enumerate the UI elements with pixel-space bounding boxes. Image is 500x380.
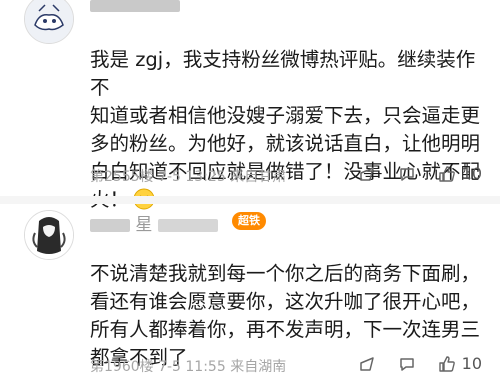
divider bbox=[0, 196, 500, 204]
comment-actions: 10 bbox=[358, 164, 482, 183]
username[interactable] bbox=[90, 0, 210, 16]
username-redacted bbox=[157, 218, 218, 232]
avatar-image bbox=[25, 211, 73, 259]
share-icon[interactable] bbox=[358, 355, 376, 373]
like-count: 10 bbox=[461, 164, 482, 183]
fan-badge: 超铁 bbox=[232, 212, 266, 230]
comment-body: 不说清楚我就到每一个你之后的商务下面刷， 看还有谁会愿意要你，这次升咖了很开心吧… bbox=[90, 262, 481, 369]
comment-actions: 10 bbox=[358, 354, 482, 373]
avatar-image bbox=[25, 0, 73, 43]
comment-item: 星 超铁 不说清楚我就到每一个你之后的商务下面刷， 看还有谁会愿意要你，这次升咖… bbox=[0, 204, 500, 380]
like-button[interactable]: 10 bbox=[438, 164, 482, 183]
reply-icon[interactable] bbox=[398, 355, 416, 373]
username-redacted bbox=[90, 0, 180, 12]
comment-meta: 第1960楼 7-5 11:55 来自湖南 bbox=[90, 359, 287, 375]
like-button[interactable]: 10 bbox=[438, 354, 482, 373]
comment-body: 我是 zgj，我支持粉丝微博热评贴。继续装作不 知道或者相信他没嫂子溺爱下去，只… bbox=[90, 48, 481, 211]
reply-icon[interactable] bbox=[398, 165, 416, 183]
avatar[interactable] bbox=[24, 210, 74, 260]
avatar[interactable] bbox=[24, 0, 74, 44]
comment-text: 不说清楚我就到每一个你之后的商务下面刷， 看还有谁会愿意要你，这次升咖了很开心吧… bbox=[90, 232, 480, 372]
like-icon bbox=[438, 355, 455, 372]
comment-meta: 第2555楼 7-5 13:25 来自甘肃 bbox=[90, 169, 287, 185]
username-redacted bbox=[90, 218, 130, 232]
share-icon[interactable] bbox=[358, 165, 376, 183]
like-count: 10 bbox=[461, 354, 482, 373]
like-icon bbox=[438, 165, 455, 182]
comment-item: 我是 zgj，我支持粉丝微博热评贴。继续装作不 知道或者相信他没嫂子溺爱下去，只… bbox=[0, 0, 500, 211]
